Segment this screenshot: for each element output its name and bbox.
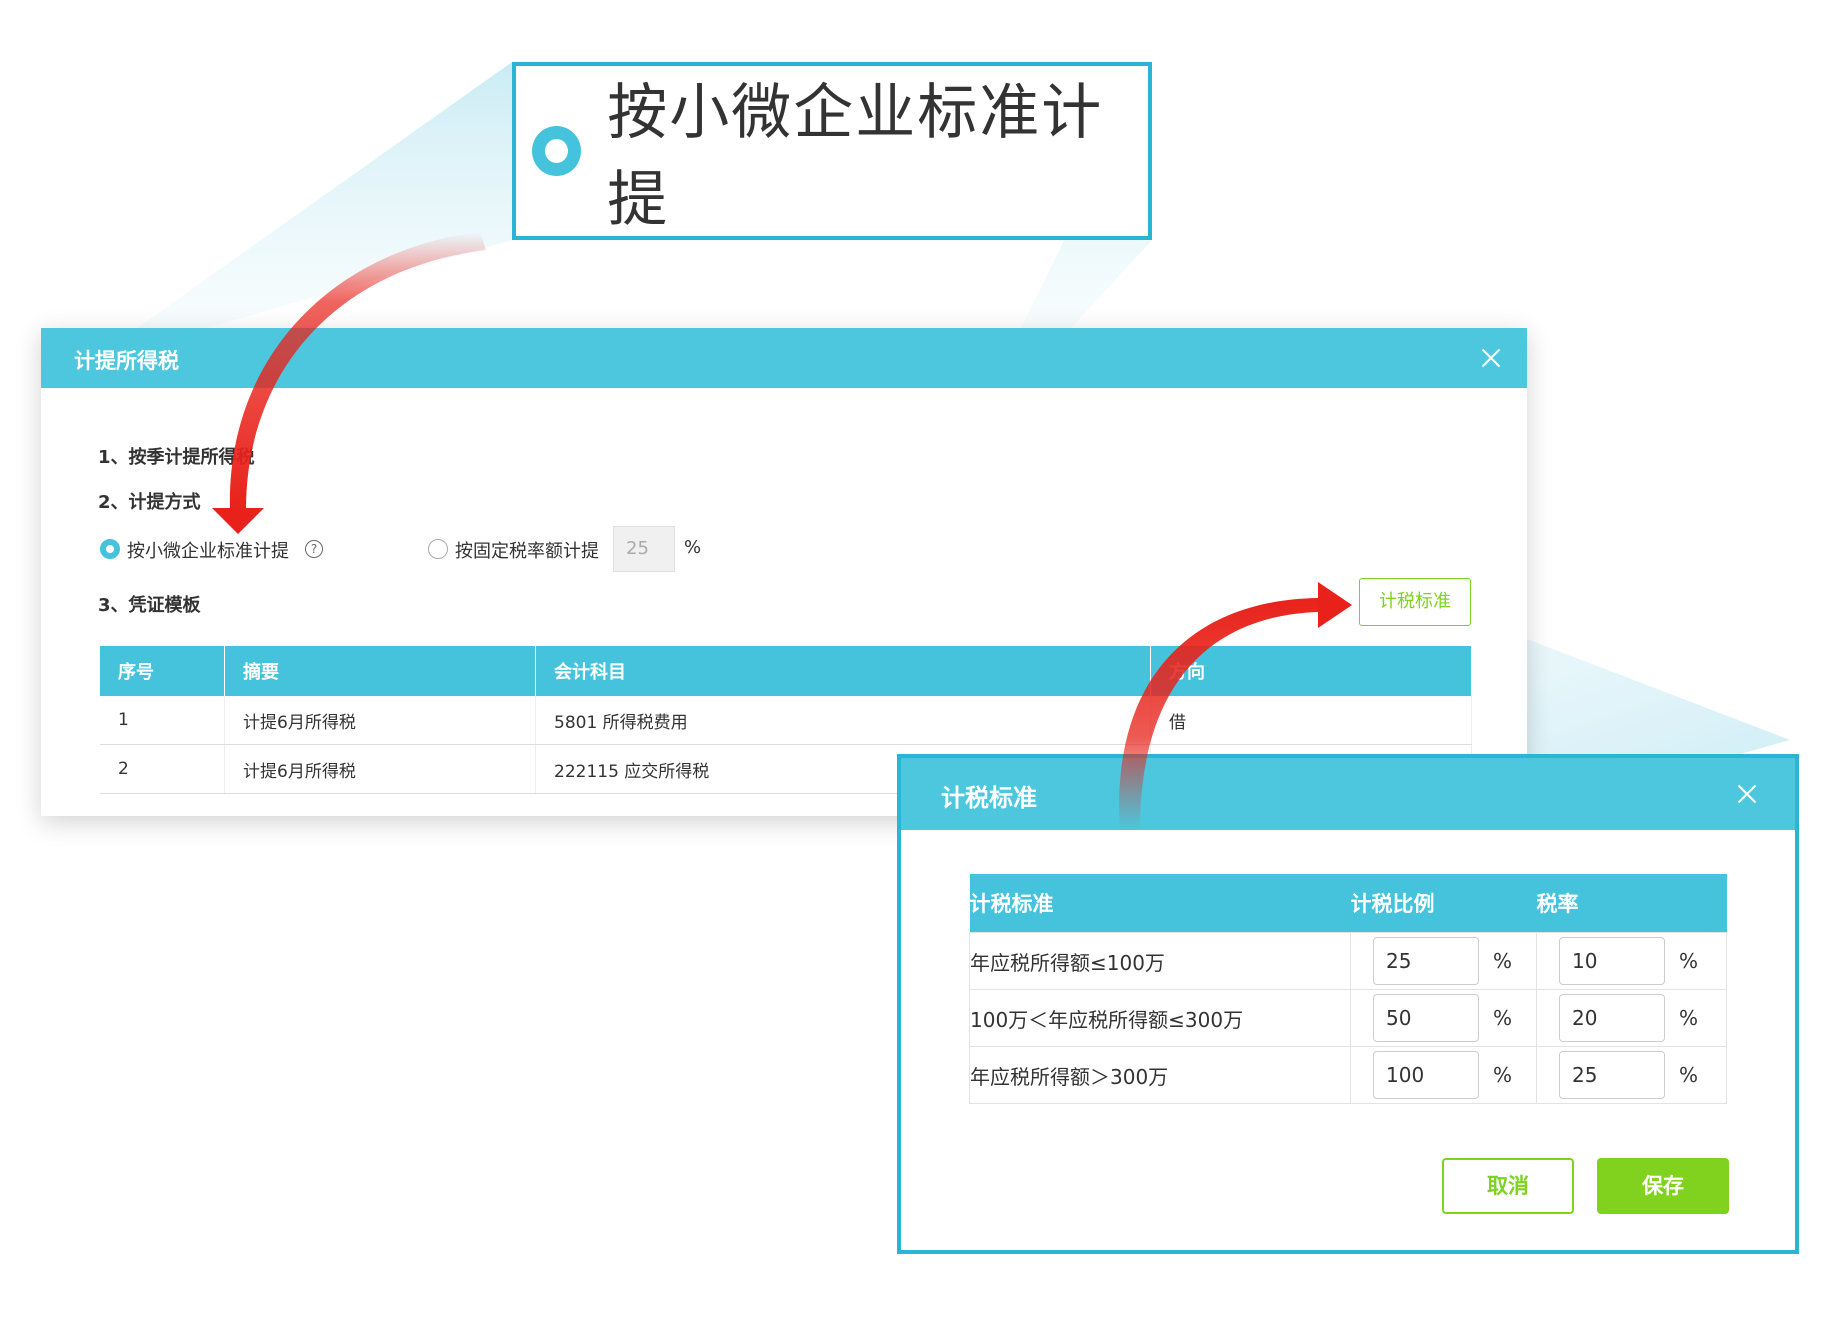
radio-small-enterprise[interactable]	[100, 539, 120, 559]
table-row: 年应税所得额≤100万 25% 10%	[969, 932, 1727, 990]
cell-rate: 20%	[1536, 989, 1727, 1047]
table-row: 年应税所得额＞300万 100% 25%	[969, 1046, 1727, 1104]
step-3-label: 3、凭证模板	[98, 595, 201, 616]
zoom-callout-label: 按小微企业标准计提	[607, 78, 1104, 235]
percent-label: %	[1493, 949, 1513, 973]
cell-account: 5801 所得税费用	[535, 696, 1151, 745]
option-fixed-rate-label[interactable]: 按固定税率额计提	[455, 537, 599, 563]
dialog-title: 计税标准	[941, 784, 1037, 812]
step-2-label: 2、计提方式	[98, 492, 201, 513]
ratio-input[interactable]: 25	[1373, 937, 1479, 985]
col-header-standard: 计税标准	[969, 874, 1351, 933]
cell-rate: 25%	[1536, 1046, 1727, 1104]
rate-input[interactable]: 25	[1559, 1051, 1665, 1099]
ratio-input[interactable]: 100	[1373, 1051, 1479, 1099]
tax-standard-table: 计税标准 计税比例 税率 年应税所得额≤100万 25% 10% 100万＜年应…	[969, 874, 1727, 1104]
col-header-account: 会计科目	[535, 646, 1151, 696]
table-row: 100万＜年应税所得额≤300万 50% 20%	[969, 989, 1727, 1047]
col-header-rate: 税率	[1536, 874, 1727, 933]
dialog-title: 计提所得税	[74, 349, 179, 373]
ratio-input[interactable]: 50	[1373, 994, 1479, 1042]
percent-label: %	[1493, 1063, 1513, 1087]
help-icon[interactable]: ?	[305, 540, 323, 558]
zoom-callout: 按小微企业标准计提	[512, 62, 1152, 240]
cell-standard: 年应税所得额≤100万	[969, 932, 1351, 990]
percent-label: %	[1493, 1006, 1513, 1030]
table-row: 1 计提6月所得税 5801 所得税费用 借	[100, 696, 1472, 745]
percent-label: %	[1679, 1063, 1699, 1087]
cell-standard: 年应税所得额＞300万	[969, 1046, 1351, 1104]
cell-summary: 计提6月所得税	[224, 744, 536, 794]
close-icon[interactable]	[1481, 348, 1501, 368]
col-header-summary: 摘要	[224, 646, 536, 696]
option-small-enterprise-label[interactable]: 按小微企业标准计提	[127, 537, 289, 563]
cell-direction: 借	[1150, 696, 1472, 745]
col-header-direction: 方向	[1150, 646, 1472, 696]
percent-label: %	[1679, 949, 1699, 973]
cell-rate: 10%	[1536, 932, 1727, 990]
col-header-ratio: 计税比例	[1350, 874, 1537, 933]
cell-index: 1	[100, 696, 225, 745]
percent-label: %	[684, 537, 702, 558]
cell-standard: 100万＜年应税所得额≤300万	[969, 989, 1351, 1047]
dialog-header: 计税标准	[901, 758, 1795, 830]
step-1-label: 1、按季计提所得税	[98, 447, 255, 468]
radio-selected-icon	[532, 126, 582, 176]
save-button[interactable]: 保存	[1597, 1158, 1729, 1214]
cell-ratio: 50%	[1350, 989, 1537, 1047]
fixed-rate-input[interactable]: 25	[613, 526, 675, 572]
dialog-header: 计提所得税	[41, 328, 1527, 388]
tax-standard-button[interactable]: 计税标准	[1359, 578, 1471, 626]
cell-ratio: 100%	[1350, 1046, 1537, 1104]
close-icon[interactable]	[1737, 784, 1757, 804]
cell-index: 2	[100, 744, 225, 794]
cell-ratio: 25%	[1350, 932, 1537, 990]
income-tax-accrual-dialog: 计提所得税 1、按季计提所得税 2、计提方式 按小微企业标准计提 ? 按固定税率…	[41, 328, 1527, 816]
cell-summary: 计提6月所得税	[224, 696, 536, 745]
rate-input[interactable]: 20	[1559, 994, 1665, 1042]
cancel-button[interactable]: 取消	[1442, 1158, 1574, 1214]
tax-standard-dialog: 计税标准 计税标准 计税比例 税率 年应税所得额≤100万 25% 10% 10…	[897, 754, 1799, 1254]
rate-input[interactable]: 10	[1559, 937, 1665, 985]
radio-fixed-rate[interactable]	[428, 539, 448, 559]
percent-label: %	[1679, 1006, 1699, 1030]
col-header-index: 序号	[100, 646, 225, 696]
